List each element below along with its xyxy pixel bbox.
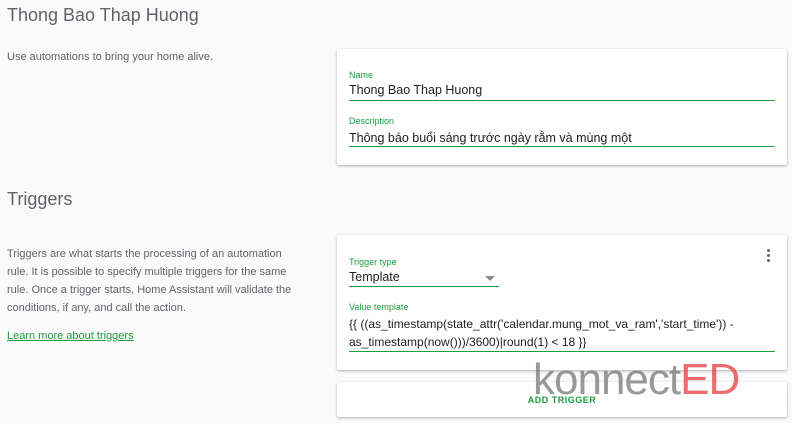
page-title: Thong Bao Thap Huong bbox=[7, 5, 199, 25]
triggers-title: Triggers bbox=[7, 189, 73, 209]
learn-more-triggers-link[interactable]: Learn more about triggers bbox=[7, 330, 134, 342]
value-template-underline bbox=[349, 351, 775, 352]
page-description: Use automations to bring your home alive… bbox=[7, 51, 214, 63]
name-underline bbox=[349, 100, 775, 101]
description-underline bbox=[349, 146, 775, 147]
name-input[interactable]: Thong Bao Thap Huong bbox=[349, 83, 482, 97]
name-label: Name bbox=[349, 70, 374, 80]
add-trigger-card: ADD TRIGGER bbox=[337, 382, 787, 417]
description-input[interactable]: Thông báo buổi sáng trước ngày rằm và mù… bbox=[349, 131, 632, 145]
chevron-down-icon[interactable] bbox=[485, 276, 495, 281]
trigger-type-select[interactable]: Template bbox=[349, 270, 400, 284]
info-card: Name Thong Bao Thap Huong Description Th… bbox=[337, 49, 787, 165]
trigger-card: Trigger type Template Value template {{ … bbox=[337, 235, 787, 370]
description-label: Description bbox=[349, 116, 395, 126]
value-template-line-2[interactable]: as_timestamp(now()))/3600)|round(1) < 18… bbox=[349, 335, 587, 349]
add-trigger-button[interactable]: ADD TRIGGER bbox=[337, 382, 787, 417]
triggers-description: Triggers are what starts the processing … bbox=[7, 248, 292, 314]
value-template-line-1[interactable]: {{ ((as_timestamp(state_attr('calendar.m… bbox=[349, 317, 734, 331]
dots-vertical-icon[interactable] bbox=[765, 249, 771, 263]
trigger-type-underline bbox=[349, 286, 499, 287]
trigger-type-label: Trigger type bbox=[349, 257, 397, 267]
value-template-label: Value template bbox=[349, 302, 409, 312]
